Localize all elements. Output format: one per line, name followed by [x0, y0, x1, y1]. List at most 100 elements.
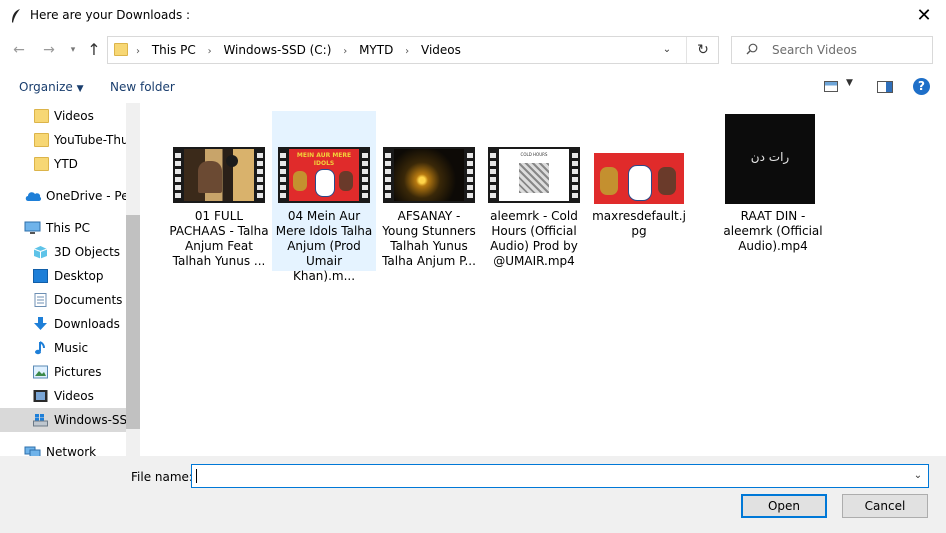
search-input[interactable]: Search Videos: [731, 36, 933, 64]
organize-button[interactable]: Organize ▼: [19, 80, 84, 94]
music-icon: [35, 341, 45, 355]
file-tile[interactable]: MEIN AUR MERE IDOLS 04 Mein Aur Mere Ido…: [272, 111, 376, 283]
chevron-right-icon[interactable]: ›: [132, 39, 144, 65]
file-name-input[interactable]: ⌄: [191, 464, 929, 488]
video-icon: [33, 390, 48, 402]
chevron-down-icon[interactable]: ▾: [62, 39, 84, 61]
open-button[interactable]: Open: [741, 494, 827, 518]
cancel-button[interactable]: Cancel: [842, 494, 928, 518]
breadcrumb-videos[interactable]: Videos: [417, 37, 465, 63]
film-strip-icon: COLD HOURS: [488, 147, 580, 203]
sidebar-item-label: This PC: [46, 221, 90, 235]
thumbnail-text: MEIN AUR MERE IDOLS: [296, 152, 352, 167]
chevron-down-icon[interactable]: ▼: [846, 78, 853, 88]
dialog-footer: File name: ⌄ Open Cancel: [0, 456, 946, 533]
folder-icon: [34, 109, 49, 123]
close-icon[interactable]: ✕: [912, 4, 936, 28]
sidebar-item-ytd[interactable]: YTD: [0, 152, 126, 176]
chevron-right-icon[interactable]: ›: [204, 39, 216, 65]
file-name: 04 Mein Aur Mere Idols Talha Anjum (Prod…: [275, 209, 373, 283]
file-tile[interactable]: رات دن RAAT DIN - aleemrk (Official Audi…: [721, 111, 825, 271]
breadcrumb-drive[interactable]: Windows-SSD (C:): [219, 37, 335, 63]
video-thumbnail: [167, 111, 271, 203]
desktop-icon: [33, 269, 48, 283]
sidebar-item-label: Windows-SSD: [54, 413, 126, 427]
sidebar-item-label: Videos: [54, 389, 94, 403]
new-folder-button[interactable]: New folder: [110, 80, 175, 94]
refresh-icon[interactable]: ↻: [686, 37, 719, 63]
chevron-down-icon[interactable]: ⌄: [656, 37, 678, 63]
folder-icon: [34, 157, 49, 171]
video-thumbnail: [377, 111, 481, 203]
chevron-right-icon[interactable]: ›: [401, 39, 413, 65]
chevron-down-icon[interactable]: ⌄: [908, 465, 928, 487]
file-tile[interactable]: COLD HOURS aleemrk - Cold Hours (Officia…: [482, 111, 586, 271]
sidebar-item-label: Downloads: [54, 317, 120, 331]
sidebar-item-onedrive[interactable]: OneDrive - Per: [0, 184, 126, 208]
thumbnail-text: COLD HOURS: [520, 152, 548, 157]
download-icon: [34, 317, 47, 330]
sidebar-item-label: YouTube-Thu: [54, 133, 126, 147]
sidebar-item-label: Music: [54, 341, 89, 355]
breadcrumb-mytd[interactable]: MYTD: [355, 37, 397, 63]
arrow-right-icon[interactable]: →: [38, 39, 60, 61]
search-icon: [746, 43, 758, 55]
breadcrumb-this-pc[interactable]: This PC: [148, 37, 200, 63]
command-bar: Organize ▼ New folder ▼ ?: [0, 72, 946, 102]
video-thumbnail: رات دن: [721, 111, 825, 204]
help-icon[interactable]: ?: [913, 78, 930, 95]
sidebar-item-label: Videos: [54, 109, 94, 123]
sidebar-item-network[interactable]: Network: [0, 440, 126, 456]
title-bar: Here are your Downloads : ✕: [0, 0, 946, 32]
file-tile[interactable]: AFSANAY - Young Stunners Talhah Yunus Ta…: [377, 111, 481, 271]
sidebar-item-videos[interactable]: Videos: [0, 384, 126, 408]
film-strip-icon: [383, 147, 475, 203]
sidebar-item-youtube-thu[interactable]: YouTube-Thu: [0, 128, 126, 152]
sidebar-item-this-pc[interactable]: This PC: [0, 216, 126, 240]
sidebar-item-windows-ssd[interactable]: Windows-SSD: [0, 408, 126, 432]
sidebar-item-downloads[interactable]: Downloads: [0, 312, 126, 336]
file-tile[interactable]: maxresdefault.jpg: [587, 111, 691, 271]
sidebar-item-desktop[interactable]: Desktop: [0, 264, 126, 288]
cloud-icon: [25, 192, 42, 201]
text-caret: [196, 469, 197, 483]
chevron-down-icon: ▼: [76, 84, 84, 94]
sidebar-item-documents[interactable]: Documents: [0, 288, 126, 312]
video-thumbnail: MEIN AUR MERE IDOLS: [272, 111, 376, 203]
file-list: 01 FULL PACHAAS - Talha Anjum Feat Talha…: [145, 103, 946, 456]
arrow-left-icon[interactable]: ←: [8, 39, 30, 61]
arrow-up-icon[interactable]: ↑: [83, 39, 105, 61]
sidebar-item-label: 3D Objects: [54, 245, 121, 259]
sidebar-item-music[interactable]: Music: [0, 336, 126, 360]
picture-icon: [33, 365, 48, 379]
drive-icon: [33, 414, 48, 427]
sidebar-item-label: Network: [46, 445, 97, 456]
sidebar-item-label: OneDrive - Per: [46, 189, 126, 203]
folder-icon: [114, 43, 128, 56]
view-options-icon[interactable]: [824, 81, 838, 92]
window-title: Here are your Downloads :: [30, 8, 191, 22]
thumbnail-text: رات دن: [750, 150, 790, 164]
image-thumbnail: [587, 111, 691, 204]
chevron-right-icon[interactable]: ›: [339, 39, 351, 65]
video-thumbnail: COLD HOURS: [482, 111, 586, 203]
file-tile[interactable]: 01 FULL PACHAAS - Talha Anjum Feat Talha…: [167, 111, 271, 271]
sidebar-scrollbar[interactable]: [126, 103, 140, 456]
file-name: aleemrk - Cold Hours (Official Audio) Pr…: [490, 209, 578, 268]
file-name-label: File name:: [131, 470, 193, 484]
film-strip-icon: MEIN AUR MERE IDOLS: [278, 147, 370, 203]
cube-icon: [33, 246, 48, 259]
file-name: maxresdefault.jpg: [592, 209, 686, 238]
address-bar[interactable]: › This PC › Windows-SSD (C:) › MYTD › Vi…: [107, 36, 719, 64]
file-name: 01 FULL PACHAAS - Talha Anjum Feat Talha…: [169, 209, 269, 268]
navigation-pane: Videos YouTube-Thu YTD OneDrive - Per Th…: [0, 103, 142, 456]
sidebar-item-videos-folder[interactable]: Videos: [0, 104, 126, 128]
network-icon: [24, 446, 41, 456]
sidebar-item-pictures[interactable]: Pictures: [0, 360, 126, 384]
scrollbar-thumb[interactable]: [126, 215, 140, 429]
sidebar-item-3d-objects[interactable]: 3D Objects: [0, 240, 126, 264]
file-name: RAAT DIN - aleemrk (Official Audio).mp4: [723, 209, 823, 253]
preview-pane-icon[interactable]: [877, 81, 893, 93]
folder-icon: [34, 133, 49, 147]
feather-icon: [12, 9, 20, 23]
